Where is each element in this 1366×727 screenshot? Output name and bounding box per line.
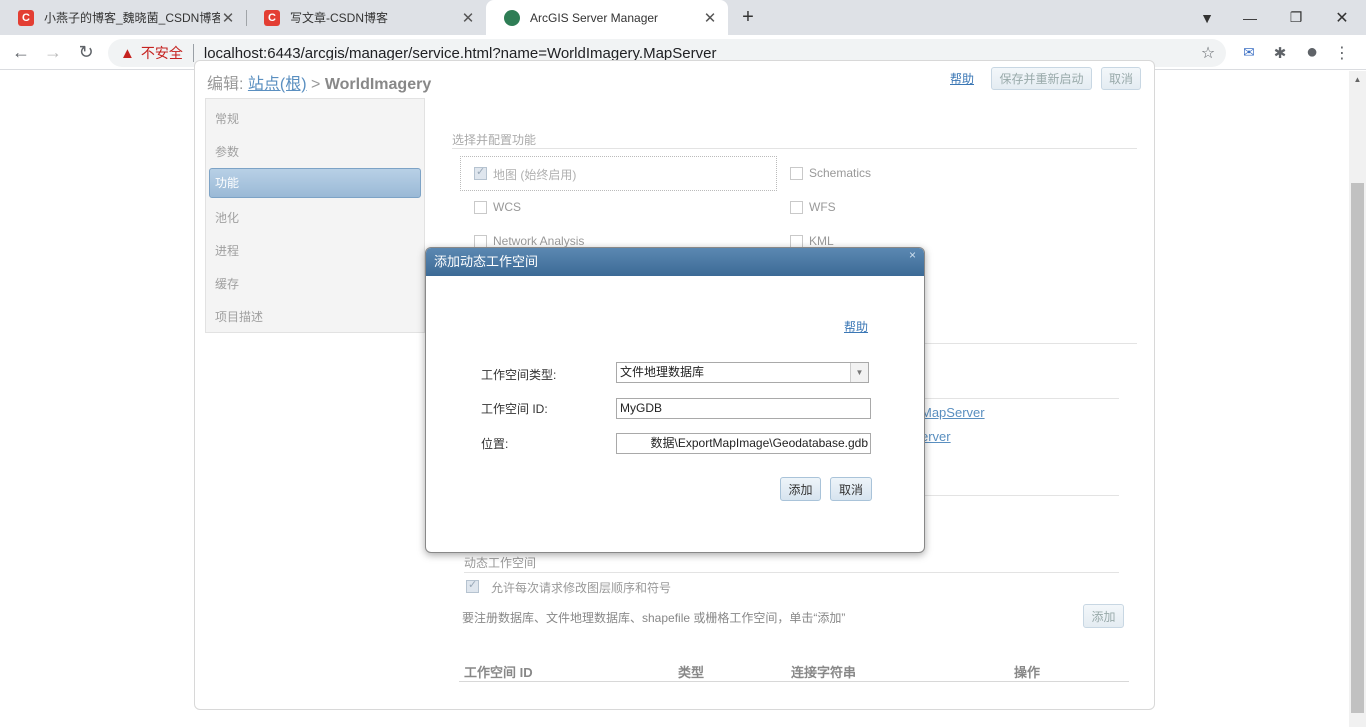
divider bbox=[192, 44, 194, 62]
menu-kebab-icon[interactable]: ⋮ bbox=[1334, 35, 1350, 70]
cancel-button[interactable]: 取消 bbox=[1101, 67, 1141, 90]
csdn-icon: C bbox=[264, 9, 280, 26]
workspace-type-value: 文件地理数据库 bbox=[620, 365, 705, 379]
nav-item-capabilities[interactable]: 功能 bbox=[209, 168, 421, 198]
tab-search-icon[interactable]: ▼ bbox=[1196, 0, 1218, 35]
table-header-actions: 操作 bbox=[1014, 665, 1041, 680]
extensions-puzzle-icon[interactable]: ✱ bbox=[1270, 35, 1290, 70]
restore-icon[interactable]: ❐ bbox=[1286, 0, 1306, 35]
location-input[interactable]: 数据\ExportMapImage\Geodatabase.gdb bbox=[616, 433, 871, 454]
breadcrumb-prefix: 编辑: bbox=[207, 76, 244, 93]
scrollbar-thumb[interactable] bbox=[1351, 183, 1364, 713]
table-header-connection: 连接字符串 bbox=[791, 665, 857, 680]
warning-icon: ▲ bbox=[120, 44, 135, 62]
breadcrumb: 编辑: 站点(根) > WorldImagery bbox=[207, 70, 431, 94]
security-status[interactable]: 不安全 bbox=[141, 43, 183, 63]
nav-item-general[interactable]: 常规 bbox=[215, 110, 239, 127]
close-icon[interactable]: × bbox=[909, 248, 916, 262]
capability-wcs-label: WCS bbox=[493, 200, 521, 214]
csdn-icon: C bbox=[18, 9, 34, 26]
reload-icon[interactable]: ↻ bbox=[75, 35, 97, 70]
tab-arcgis-manager[interactable]: ArcGIS Server Manager ✕ bbox=[486, 0, 728, 35]
nav-item-item-description[interactable]: 项目描述 bbox=[215, 308, 263, 325]
breadcrumb-site-link[interactable]: 站点(根) bbox=[248, 76, 307, 93]
chevron-down-icon[interactable]: ▼ bbox=[850, 363, 868, 382]
breadcrumb-current: WorldImagery bbox=[324, 76, 432, 93]
breadcrumb-separator: > bbox=[311, 76, 321, 93]
back-icon[interactable]: ← bbox=[10, 35, 32, 70]
nav-item-parameters[interactable]: 参数 bbox=[215, 143, 239, 160]
capability-schematics-label: Schematics bbox=[809, 166, 872, 180]
dialog-add-button[interactable]: 添加 bbox=[780, 477, 821, 501]
forward-icon[interactable]: → bbox=[42, 35, 64, 70]
save-restart-button[interactable]: 保存并重新启动 bbox=[991, 67, 1092, 90]
close-icon[interactable]: ✕ bbox=[220, 9, 236, 27]
workspace-type-label: 工作空间类型: bbox=[481, 368, 557, 382]
capability-kml-label: KML bbox=[809, 234, 834, 248]
page-help-link[interactable]: 帮助 bbox=[950, 70, 974, 87]
close-icon[interactable]: ✕ bbox=[702, 9, 718, 27]
dynamic-workspace-header: 动态工作空间 bbox=[464, 556, 537, 570]
dialog-cancel-button[interactable]: 取消 bbox=[830, 477, 872, 501]
globe-icon bbox=[504, 9, 520, 26]
divider bbox=[459, 681, 1129, 682]
new-tab-icon[interactable]: + bbox=[736, 0, 760, 35]
tab-title: ArcGIS Server Manager bbox=[530, 10, 659, 25]
capability-network-label: Network Analysis bbox=[493, 234, 585, 248]
side-navigation: 常规 参数 池化 进程 缓存 项目描述 bbox=[205, 98, 425, 333]
close-icon[interactable]: ✕ bbox=[460, 9, 476, 27]
add-workspace-button[interactable]: 添加 bbox=[1083, 604, 1124, 628]
dialog-title: 添加动态工作空间 bbox=[426, 248, 924, 276]
extension-mail-icon[interactable]: ✉ bbox=[1238, 35, 1260, 70]
divider bbox=[922, 398, 1119, 399]
window-close-icon[interactable]: ✕ bbox=[1332, 0, 1352, 35]
nav-item-pooling[interactable]: 池化 bbox=[215, 209, 239, 226]
capabilities-header: 选择并配置功能 bbox=[452, 133, 537, 147]
divider bbox=[452, 148, 1137, 149]
profile-avatar-icon[interactable]: ● bbox=[1300, 35, 1324, 70]
table-header-workspace-id: 工作空间 ID bbox=[464, 665, 533, 680]
table-header-type: 类型 bbox=[678, 665, 705, 680]
capability-map-label: 地图 (始终启用) bbox=[493, 168, 577, 182]
dialog-help-link[interactable]: 帮助 bbox=[844, 318, 868, 335]
capability-map-checkbox[interactable] bbox=[474, 165, 487, 180]
location-label: 位置: bbox=[481, 437, 509, 451]
capability-wcs-checkbox[interactable] bbox=[474, 201, 487, 214]
register-hint: 要注册数据库、文件地理数据库、shapefile 或栅格工作空间，单击“添加” bbox=[462, 611, 846, 625]
nav-item-processes[interactable]: 进程 bbox=[215, 242, 239, 259]
workspace-id-label: 工作空间 ID: bbox=[481, 402, 548, 416]
add-dynamic-workspace-dialog: 添加动态工作空间 × 帮助 工作空间类型: 文件地理数据库 ▼ 工作空间 ID:… bbox=[425, 247, 925, 553]
map-server-link[interactable]: MapServer bbox=[921, 405, 985, 420]
scroll-up-arrow-icon[interactable]: ▲ bbox=[1349, 71, 1366, 88]
location-value: 数据\ExportMapImage\Geodatabase.gdb bbox=[650, 436, 868, 450]
server-link[interactable]: erver bbox=[921, 429, 951, 444]
tab-csdn-blog[interactable]: C 小燕子的博客_魏晓菌_CSDN博客 ✕ bbox=[0, 0, 246, 35]
workspace-id-input[interactable]: MyGDB bbox=[616, 398, 871, 419]
bookmark-star-icon[interactable]: ☆ bbox=[1198, 35, 1218, 70]
tab-write-article[interactable]: C 写文章-CSDN博客 ✕ bbox=[246, 0, 486, 35]
divider bbox=[922, 343, 1137, 344]
nav-item-caching[interactable]: 缓存 bbox=[215, 275, 239, 292]
divider bbox=[922, 495, 1119, 496]
tab-title: 写文章-CSDN博客 bbox=[290, 11, 388, 25]
tab-title: 小燕子的博客_魏晓菌_CSDN博客 bbox=[44, 11, 220, 25]
allow-dynamic-label: 允许每次请求修改图层顺序和符号 bbox=[491, 581, 672, 595]
divider bbox=[464, 572, 1119, 573]
capability-wfs-label: WFS bbox=[809, 200, 836, 214]
capability-wfs-checkbox[interactable] bbox=[790, 201, 803, 214]
capability-schematics-checkbox[interactable] bbox=[790, 167, 803, 180]
workspace-type-select[interactable]: 文件地理数据库 ▼ bbox=[616, 362, 869, 383]
url-text[interactable]: localhost:6443/arcgis/manager/service.ht… bbox=[204, 45, 717, 62]
browser-tab-strip: C 小燕子的博客_魏晓菌_CSDN博客 ✕ C 写文章-CSDN博客 ✕ Arc… bbox=[0, 0, 1366, 35]
allow-dynamic-checkbox[interactable] bbox=[466, 578, 479, 593]
minimize-icon[interactable]: — bbox=[1240, 0, 1260, 35]
